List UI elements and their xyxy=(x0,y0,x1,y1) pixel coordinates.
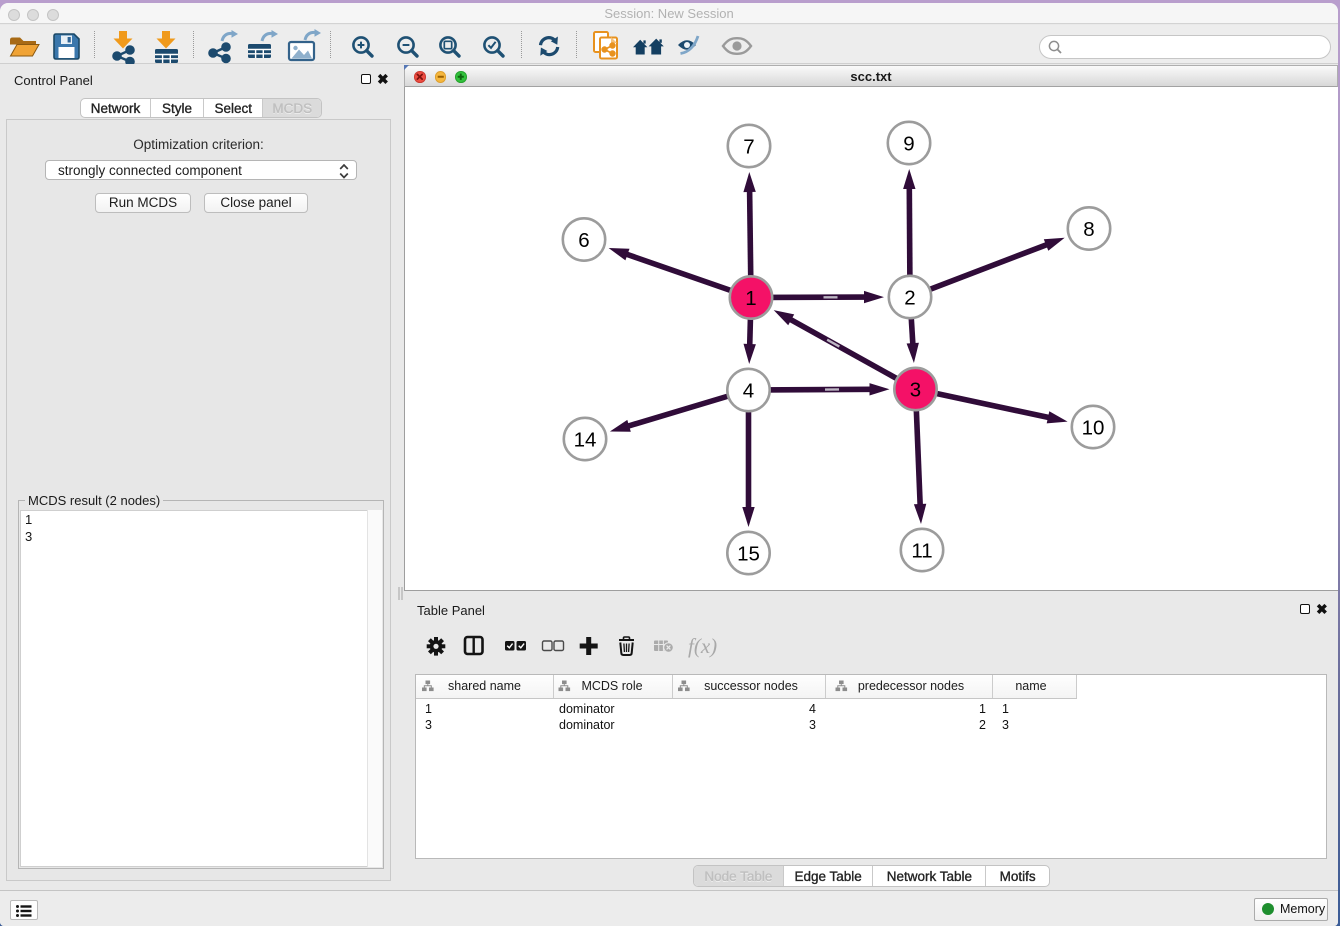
svg-text:1: 1 xyxy=(745,287,756,310)
svg-text:11: 11 xyxy=(911,539,932,562)
svg-text:3: 3 xyxy=(910,378,921,401)
svg-text:10: 10 xyxy=(1082,416,1105,439)
svg-text:15: 15 xyxy=(737,542,760,565)
svg-text:14: 14 xyxy=(574,428,597,451)
svg-text:2: 2 xyxy=(904,286,915,309)
svg-text:8: 8 xyxy=(1083,218,1094,241)
svg-text:6: 6 xyxy=(578,229,589,252)
svg-text:7: 7 xyxy=(743,135,754,158)
svg-text:f(x): f(x) xyxy=(688,634,717,658)
svg-text:9: 9 xyxy=(903,132,914,155)
svg-text:4: 4 xyxy=(743,379,754,402)
